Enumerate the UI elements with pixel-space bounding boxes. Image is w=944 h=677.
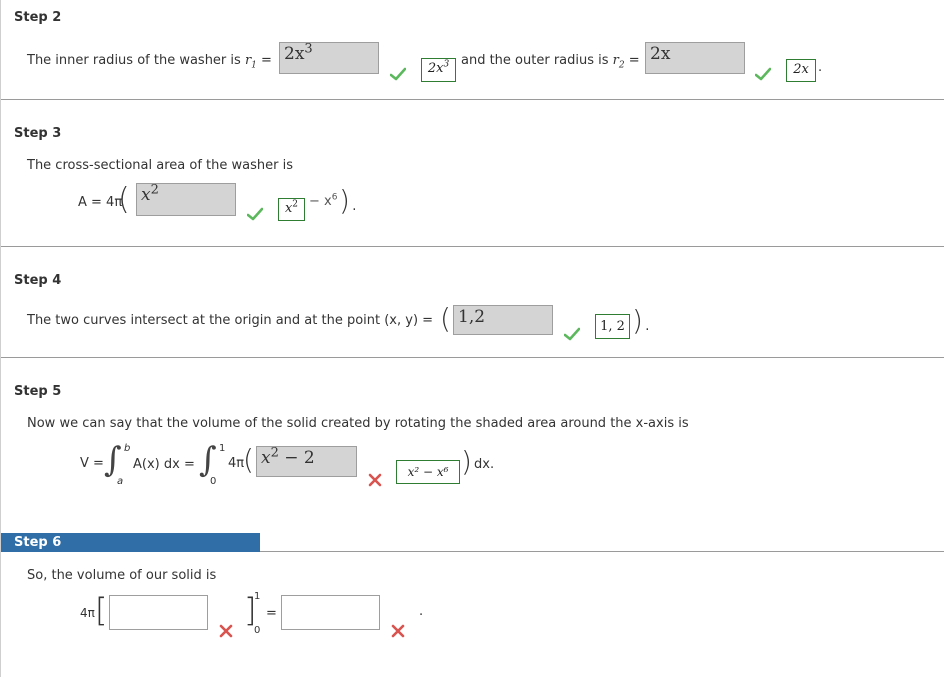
- step-2-label: Step 2: [14, 10, 62, 25]
- right-paren: ).: [632, 304, 652, 337]
- left-paren: (: [243, 443, 254, 476]
- step-5-text: Now we can say that the volume of the so…: [27, 416, 689, 431]
- check-icon: [247, 207, 263, 221]
- area-lhs: A = 4π: [78, 195, 123, 210]
- final-coefficient: 4π: [80, 606, 95, 620]
- step-6-text: So, the volume of our solid is: [27, 568, 217, 583]
- period: .: [818, 60, 823, 75]
- cross-icon: [391, 624, 405, 638]
- inner-radius-text: The inner radius of the washer is r1 =: [27, 53, 272, 71]
- step-6-label: Step 6: [14, 535, 62, 550]
- integrand: A(x) dx =: [133, 457, 195, 472]
- integral-upper-limit: 1: [219, 443, 226, 454]
- area-answer: x2: [278, 198, 305, 221]
- integral-lower-limit: a: [117, 476, 124, 487]
- check-icon: [390, 67, 406, 81]
- divider: [0, 99, 944, 100]
- integral-upper-limit: b: [124, 443, 131, 454]
- step-5-label: Step 5: [14, 384, 62, 399]
- right-paren: ): [461, 445, 472, 478]
- period: .: [419, 604, 424, 619]
- cross-icon: [368, 473, 382, 487]
- inner-radius-input[interactable]: 2x3: [279, 42, 379, 74]
- left-border: [0, 0, 1, 677]
- step-4-label: Step 4: [14, 273, 62, 288]
- antiderivative-input[interactable]: [109, 595, 208, 630]
- integral-lower-limit: 0: [210, 476, 217, 487]
- outer-radius-text: and the outer radius is r2 =: [461, 53, 640, 71]
- left-bracket: [: [95, 591, 108, 629]
- divider: [0, 357, 944, 358]
- area-input[interactable]: x2: [136, 183, 236, 216]
- r2-symbol: r2: [612, 53, 625, 71]
- left-paren: (: [118, 182, 130, 217]
- area-tail: − x6: [309, 192, 338, 209]
- volume-integrand-answer: x² − x⁶: [396, 460, 460, 484]
- volume-lhs: V =: [80, 456, 104, 471]
- eval-upper-limit: 1: [254, 591, 261, 602]
- check-icon: [755, 67, 771, 81]
- step-3-label: Step 3: [14, 126, 62, 141]
- intersection-input[interactable]: 1,2: [453, 305, 553, 335]
- outer-radius-input[interactable]: 2x: [645, 42, 745, 74]
- step-3-text: The cross-sectional area of the washer i…: [27, 158, 293, 173]
- volume-result-input[interactable]: [281, 595, 380, 630]
- equals-sign: =: [266, 606, 277, 621]
- intersection-answer: 1, 2: [595, 314, 630, 339]
- dx-label: dx.: [474, 457, 495, 472]
- outer-radius-answer: 2x: [786, 59, 816, 82]
- volume-coefficient: 4π: [228, 456, 245, 471]
- eval-lower-limit: 0: [254, 625, 261, 636]
- left-paren: (: [440, 302, 451, 335]
- check-icon: [564, 327, 580, 341]
- volume-integrand-input[interactable]: x2 − 2: [256, 446, 357, 477]
- integral-sign: ∫: [104, 440, 122, 480]
- r1-symbol: r1: [244, 53, 257, 71]
- integral-sign: ∫: [199, 440, 217, 480]
- cross-icon: [219, 624, 233, 638]
- right-paren: ).: [339, 184, 359, 217]
- step-4-text: The two curves intersect at the origin a…: [27, 313, 434, 328]
- divider: [0, 246, 944, 247]
- inner-radius-answer: 2x3: [421, 58, 456, 82]
